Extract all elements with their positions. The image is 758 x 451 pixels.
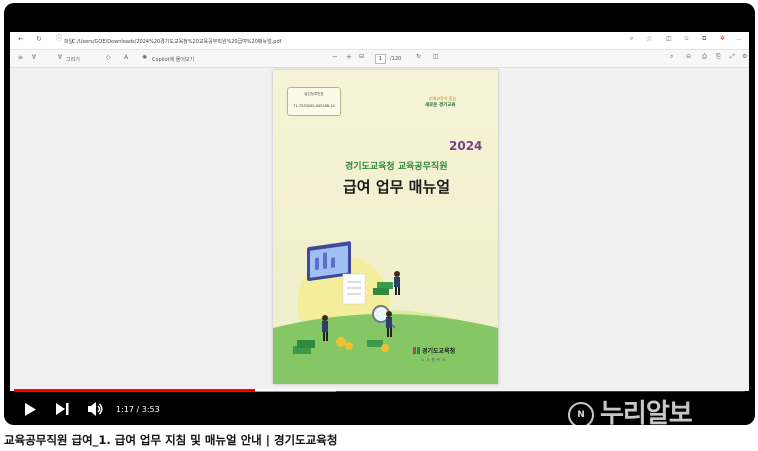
search-icon[interactable]: ⌕	[670, 54, 673, 60]
list-icon[interactable]: ≡	[18, 55, 23, 61]
eraser-icon[interactable]: ◇	[106, 55, 111, 61]
publisher-name: 경기도교육청	[422, 348, 456, 355]
cover-illustration	[273, 241, 498, 384]
info-icon[interactable]: ⓘ	[56, 36, 62, 42]
two-page-icon[interactable]: ◫	[433, 54, 439, 60]
cover-title: 급여 업무 매뉴얼	[343, 178, 451, 196]
star-icon[interactable]: ☆	[646, 36, 652, 43]
back-icon[interactable]: ←	[18, 36, 24, 43]
registration-box: 발간등록번호 71-7530000-000188-10	[287, 87, 341, 116]
copilot-icon[interactable]: ✺	[142, 55, 147, 61]
filter-icon[interactable]: ∀	[32, 55, 36, 61]
pdf-cover-page: 발간등록번호 71-7530000-000188-10 미래교육의 중심 새로운…	[273, 70, 498, 384]
time-display: 1:17 / 3:53	[116, 405, 160, 414]
volume-icon[interactable]	[88, 402, 104, 416]
print-icon[interactable]: ⎙	[702, 54, 707, 60]
video-player[interactable]: ← ↻ ⓘ 파일 C:/Users/GOE/Downloads/2024%20경…	[4, 3, 755, 425]
extensions-icon[interactable]: ✩	[684, 36, 689, 42]
play-icon[interactable]	[24, 403, 36, 416]
url-text[interactable]: C:/Users/GOE/Downloads/2024%20경기도교육청%20교…	[72, 38, 281, 45]
draw-label[interactable]: 그리기	[66, 56, 80, 63]
rotate-icon[interactable]: ↻	[416, 54, 421, 60]
page-number-input[interactable]: 1	[375, 54, 386, 64]
video-title[interactable]: 교육공무직원 급여_1. 급여 업무 지침 및 매뉴얼 안내 | 경기도교육청	[4, 432, 337, 448]
next-icon[interactable]	[56, 403, 69, 415]
zoom-icon[interactable]: ⌕	[630, 36, 633, 42]
settings-icon[interactable]: ⚙	[742, 54, 747, 60]
watermark-circle: N	[568, 402, 594, 425]
refresh-icon[interactable]: ↻	[36, 36, 42, 43]
expand-icon[interactable]: ⤢	[730, 54, 735, 60]
watermark-text: 누리알보	[600, 399, 693, 425]
watermark-logo: N 누리알보	[560, 396, 750, 425]
collections-icon[interactable]: ⧉	[702, 36, 706, 42]
zoom-out-button[interactable]: −	[332, 54, 338, 61]
registration-label: 발간등록번호	[304, 92, 324, 96]
save-as-icon[interactable]: ⎘	[716, 54, 721, 60]
progress-played	[14, 389, 256, 392]
cover-year: 2024	[449, 139, 483, 153]
video-progress-bar[interactable]	[14, 389, 745, 392]
extension-icon[interactable]: ✲	[720, 36, 725, 42]
browser-address-bar: ← ↻ ⓘ 파일 C:/Users/GOE/Downloads/2024%20경…	[10, 32, 749, 50]
slogan-line-2: 새로운 경기교육	[425, 103, 456, 108]
copilot-label[interactable]: Copilot에 물어보기	[152, 56, 194, 63]
zoom-in-button[interactable]: +	[346, 54, 352, 61]
registration-number: 71-7530000-000188-10	[293, 104, 335, 108]
publisher-logo-icon	[413, 347, 420, 354]
split-icon[interactable]: ◫	[666, 36, 672, 42]
video-frame: ← ↻ ⓘ 파일 C:/Users/GOE/Downloads/2024%20경…	[10, 32, 749, 391]
menu-icon[interactable]: …	[736, 36, 742, 42]
cover-subtitle: 경기도교육청 교육공무직원	[345, 162, 448, 172]
draw-icon[interactable]: ∀	[58, 55, 62, 61]
publisher-department: 노사협력과	[421, 358, 448, 362]
fit-page-icon[interactable]: ⊟	[359, 54, 364, 60]
pdf-toolbar: ≡ ∀ ∀ 그리기 ◇ A ✺ Copilot에 물어보기 − + ⊟ 1 /1…	[10, 50, 749, 68]
save-icon[interactable]: ⊖	[686, 54, 691, 60]
page-total: /120	[390, 56, 402, 62]
read-aloud-icon[interactable]: A	[124, 55, 128, 61]
